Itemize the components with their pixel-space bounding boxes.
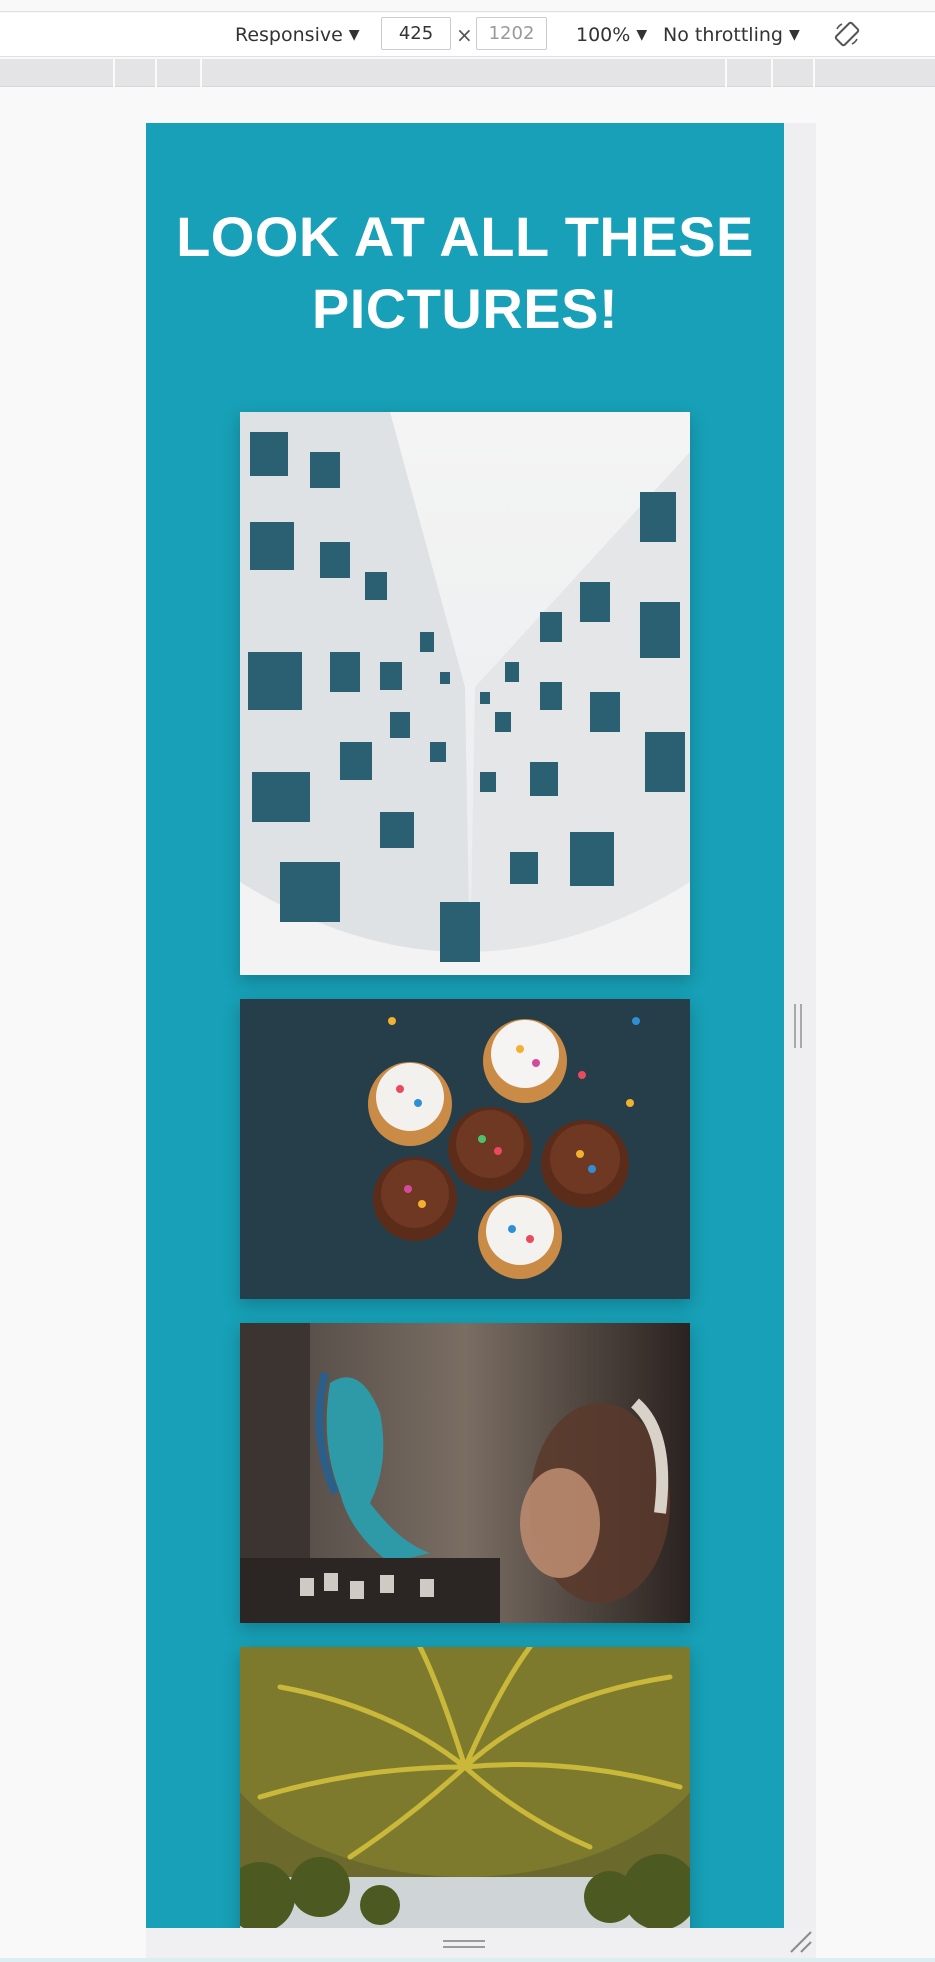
zoom-dropdown[interactable]: 100% ▼ <box>576 23 647 49</box>
ruler-marker[interactable] <box>155 59 157 87</box>
zoom-label: 100% <box>576 24 631 46</box>
height-input[interactable]: 1202 <box>476 17 547 50</box>
chevron-down-icon: ▼ <box>788 27 800 43</box>
device-mode-dropdown[interactable]: Responsive ▼ <box>235 23 360 49</box>
throttling-dropdown[interactable]: No throttling ▼ <box>663 23 800 49</box>
ruler-marker[interactable] <box>113 59 115 87</box>
cupcakes-photo <box>240 999 690 1299</box>
throttling-label: No throttling <box>663 24 783 46</box>
page-viewport[interactable]: LOOK AT ALL THESE PICTURES! <box>146 123 784 1928</box>
devtools-top-strip <box>0 0 935 12</box>
page-title: LOOK AT ALL THESE PICTURES! <box>176 205 754 340</box>
rotate-device-icon[interactable] <box>833 20 861 48</box>
ruler-marker[interactable] <box>200 59 202 87</box>
graffiti-photo <box>240 1323 690 1623</box>
chevron-down-icon: ▼ <box>348 27 360 43</box>
bottom-edge <box>0 1958 935 1962</box>
ruler-marker[interactable] <box>813 59 815 87</box>
ruler-marker[interactable] <box>725 59 727 87</box>
device-mode-label: Responsive <box>235 24 343 46</box>
responsive-toolbar: Responsive ▼ 425 × 1202 100% ▼ No throttli… <box>0 13 935 57</box>
chevron-down-icon: ▼ <box>636 27 648 43</box>
palm-tree-photo <box>240 1647 690 1928</box>
width-input[interactable]: 425 <box>381 17 451 50</box>
ruler-marker[interactable] <box>771 59 773 87</box>
corner-resize-icon[interactable] <box>787 1928 813 1954</box>
building-photo <box>240 412 690 975</box>
resize-grip-icon[interactable] <box>443 1940 485 1948</box>
height-resize-bar[interactable] <box>146 1928 816 1962</box>
width-resize-handle[interactable] <box>794 1004 804 1048</box>
media-query-ruler[interactable] <box>0 59 935 87</box>
dimension-separator: × <box>456 23 473 47</box>
